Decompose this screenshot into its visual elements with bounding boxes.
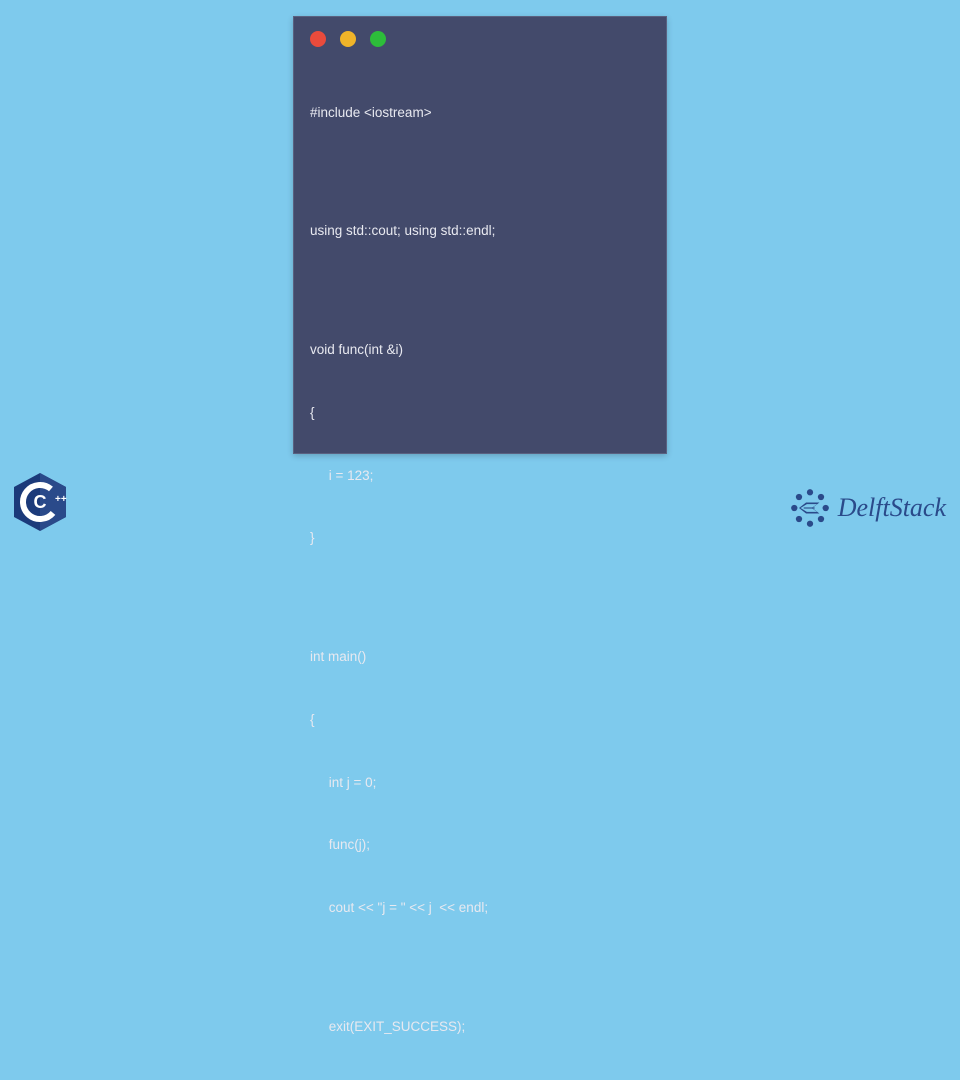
code-blank bbox=[310, 591, 650, 605]
svg-text:++: ++ bbox=[55, 494, 67, 505]
code-line: void func(int &i) bbox=[310, 340, 650, 361]
code-line: int j = 0; bbox=[310, 773, 650, 794]
svg-text:C: C bbox=[34, 492, 47, 512]
close-icon[interactable] bbox=[310, 31, 326, 47]
cpp-badge-icon: C ++ bbox=[8, 470, 72, 534]
code-line: { bbox=[310, 403, 650, 424]
code-block: #include <iostream> using std::cout; usi… bbox=[294, 57, 666, 1080]
code-line: func(j); bbox=[310, 835, 650, 856]
brand-logo: DelftStack bbox=[788, 486, 946, 530]
code-line: int main() bbox=[310, 647, 650, 668]
code-line: } bbox=[310, 528, 650, 549]
brand-name: DelftStack bbox=[838, 493, 946, 523]
minimize-icon[interactable] bbox=[340, 31, 356, 47]
code-line: #include <iostream> bbox=[310, 103, 650, 124]
window-titlebar bbox=[294, 17, 666, 57]
code-line: using std::cout; using std::endl; bbox=[310, 221, 650, 242]
maximize-icon[interactable] bbox=[370, 31, 386, 47]
code-window: #include <iostream> using std::cout; usi… bbox=[293, 16, 667, 454]
code-blank bbox=[310, 961, 650, 975]
code-blank bbox=[310, 284, 650, 298]
code-line: } bbox=[310, 1079, 650, 1080]
code-line: cout << "j = " << j << endl; bbox=[310, 898, 650, 919]
code-blank bbox=[310, 166, 650, 180]
brand-mark-icon bbox=[788, 486, 832, 530]
code-line: i = 123; bbox=[310, 466, 650, 487]
code-line: { bbox=[310, 710, 650, 731]
code-line: exit(EXIT_SUCCESS); bbox=[310, 1017, 650, 1038]
